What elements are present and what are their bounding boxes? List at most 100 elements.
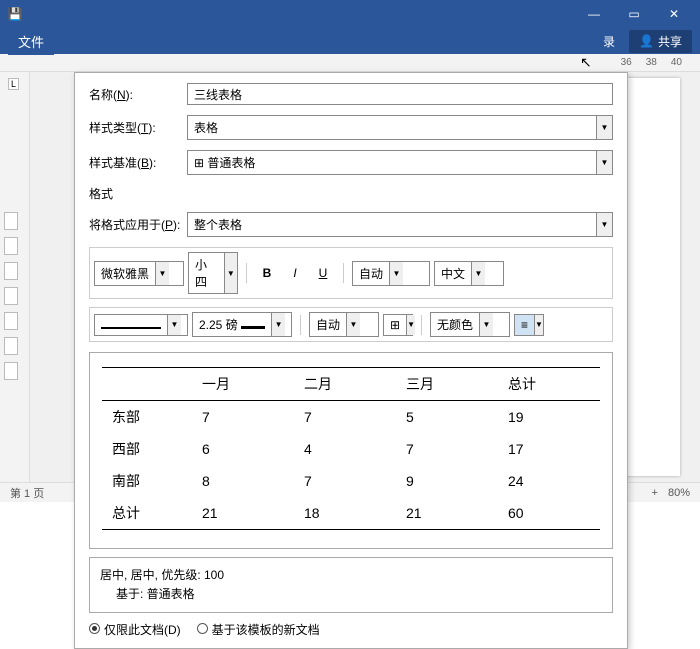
styletype-label: 样式类型(T):	[89, 119, 187, 136]
table-cell: 9	[396, 465, 498, 497]
font-size-combo[interactable]: 小四▼	[188, 252, 238, 294]
save-icon[interactable]: 💾	[6, 5, 24, 23]
chevron-down-icon[interactable]: ▼	[596, 213, 612, 236]
table-cell: 17	[498, 433, 600, 465]
row-label: 南部	[102, 465, 192, 497]
font-name-combo[interactable]: 微软雅黑▼	[94, 261, 184, 286]
ribbon-tabs: 文件 录 👤 共享	[0, 28, 700, 54]
chevron-down-icon: ▼	[271, 313, 285, 336]
zoom-controls[interactable]: + 80%	[652, 487, 690, 499]
table-cell: 24	[498, 465, 600, 497]
zoom-plus-icon[interactable]: +	[652, 487, 658, 499]
bold-button[interactable]: B	[255, 262, 279, 284]
font-color-combo[interactable]: 自动▼	[352, 261, 430, 286]
document-page[interactable]	[620, 78, 680, 476]
applyto-label: 将格式应用于(P):	[89, 216, 187, 233]
table-cell: 5	[396, 401, 498, 434]
maximize-button[interactable]: ▭	[614, 0, 654, 28]
chevron-down-icon: ▼	[155, 262, 169, 285]
login-link[interactable]: 录	[603, 33, 615, 50]
chevron-down-icon: ▼	[479, 313, 493, 336]
line-color-combo[interactable]: 自动▼	[309, 312, 379, 337]
chevron-down-icon: ▼	[346, 313, 360, 336]
page-thumb[interactable]	[4, 237, 18, 255]
scope-radio-group: 仅限此文档(D) 基于该模板的新文档	[89, 621, 613, 638]
shading-combo[interactable]: 无颜色▼	[430, 312, 510, 337]
table-row: 总计21182160	[102, 497, 600, 530]
table-header: 三月	[396, 368, 498, 401]
baseon-combo[interactable]: ⊞ 普通表格 ▼	[187, 150, 613, 175]
document-area: 名称(N): 样式类型(T): 表格 ▼ 样式基准(B): ⊞ 普通表格 ▼ 格…	[30, 72, 700, 482]
preview-table: 一月二月三月总计 东部77519西部64717南部87924总计21182160	[102, 367, 600, 530]
border-preset-combo[interactable]: ⊞▼	[383, 314, 413, 336]
format-section-label: 格式	[89, 185, 613, 202]
border-toolbar: ▼ 2.25 磅 ▼ 自动▼ ⊞▼ 无颜色▼ ≡▼	[89, 307, 613, 342]
share-label: 共享	[658, 33, 682, 50]
ruler-tick: 38	[646, 57, 657, 68]
radio-template[interactable]: 基于该模板的新文档	[197, 621, 320, 638]
file-tab[interactable]: 文件	[8, 28, 54, 55]
radio-this-doc[interactable]: 仅限此文档(D)	[89, 621, 181, 638]
table-row: 南部87924	[102, 465, 600, 497]
table-preview: 一月二月三月总计 东部77519西部64717南部87924总计21182160	[89, 352, 613, 549]
chevron-down-icon: ▼	[406, 315, 415, 335]
window-titlebar: 💾 — ▭ ✕	[0, 0, 700, 28]
baseon-value: ⊞ 普通表格	[188, 151, 596, 174]
ruler-tick: 40	[671, 57, 682, 68]
row-label: 西部	[102, 433, 192, 465]
ruler-tick: 36	[621, 57, 632, 68]
page-indicator[interactable]: 第 1 页	[10, 485, 44, 501]
chevron-down-icon: ▼	[389, 262, 403, 285]
applyto-combo[interactable]: 整个表格 ▼	[187, 212, 613, 237]
horizontal-ruler: 36 38 40	[0, 54, 700, 72]
line-style-combo[interactable]: ▼	[94, 314, 188, 336]
table-cell: 7	[294, 401, 396, 434]
tab-indicator[interactable]: L	[8, 78, 19, 90]
style-dialog: 名称(N): 样式类型(T): 表格 ▼ 样式基准(B): ⊞ 普通表格 ▼ 格…	[74, 72, 628, 649]
baseon-label: 样式基准(B):	[89, 154, 187, 171]
page-thumb[interactable]	[4, 362, 18, 380]
page-thumb[interactable]	[4, 287, 18, 305]
share-icon: 👤	[639, 34, 654, 48]
styletype-combo[interactable]: 表格 ▼	[187, 115, 613, 140]
table-cell: 7	[192, 401, 294, 434]
table-cell: 8	[192, 465, 294, 497]
zoom-value: 80%	[668, 487, 690, 499]
chevron-down-icon: ▼	[167, 315, 181, 335]
table-header: 二月	[294, 368, 396, 401]
table-cell: 4	[294, 433, 396, 465]
chevron-down-icon[interactable]: ▼	[596, 116, 612, 139]
table-row: 东部77519	[102, 401, 600, 434]
applyto-value: 整个表格	[188, 213, 596, 236]
table-cell: 21	[192, 497, 294, 530]
table-cell: 7	[396, 433, 498, 465]
close-button[interactable]: ✕	[654, 0, 694, 28]
chevron-down-icon: ▼	[534, 315, 543, 335]
table-cell: 18	[294, 497, 396, 530]
vertical-ruler: L	[0, 72, 30, 482]
page-thumb[interactable]	[4, 337, 18, 355]
line-weight-combo[interactable]: 2.25 磅 ▼	[192, 312, 292, 337]
name-input[interactable]	[187, 83, 613, 105]
styletype-value: 表格	[188, 116, 596, 139]
table-row: 西部64717	[102, 433, 600, 465]
style-description: 居中, 居中, 优先级: 100 基于: 普通表格	[89, 557, 613, 613]
underline-button[interactable]: U	[311, 262, 335, 284]
table-cell: 19	[498, 401, 600, 434]
row-label: 东部	[102, 401, 192, 434]
apply-border-button[interactable]: ≡▼	[514, 314, 544, 336]
minimize-button[interactable]: —	[574, 0, 614, 28]
table-cell: 21	[396, 497, 498, 530]
row-label: 总计	[102, 497, 192, 530]
table-header	[102, 368, 192, 401]
italic-button[interactable]: I	[283, 262, 307, 284]
font-lang-combo[interactable]: 中文▼	[434, 261, 504, 286]
page-thumb[interactable]	[4, 212, 18, 230]
page-thumb[interactable]	[4, 262, 18, 280]
share-button[interactable]: 👤 共享	[629, 30, 692, 53]
chevron-down-icon[interactable]: ▼	[596, 151, 612, 174]
chevron-down-icon: ▼	[224, 253, 237, 293]
page-thumb[interactable]	[4, 312, 18, 330]
name-label: 名称(N):	[89, 86, 187, 103]
table-cell: 7	[294, 465, 396, 497]
